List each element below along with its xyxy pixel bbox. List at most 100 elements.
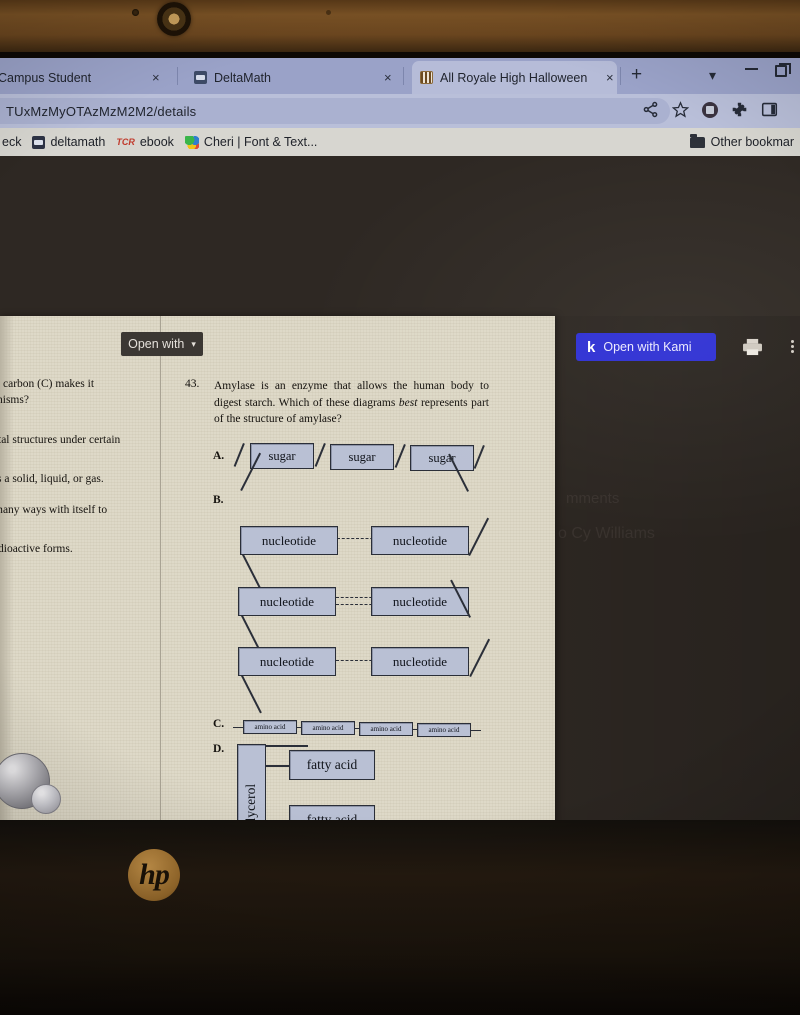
side-panel-icon[interactable] [761, 101, 778, 118]
bookmark-star-icon[interactable] [672, 101, 689, 118]
laptop-bottom-bezel [0, 820, 800, 1015]
tab-close-icon[interactable]: × [384, 70, 392, 85]
option-label-a: A. [213, 450, 225, 462]
left-fragment: dioactive forms. [0, 543, 73, 555]
printer-icon[interactable] [742, 338, 763, 356]
open-with-kami-button[interactable]: k Open with Kami [576, 333, 716, 361]
connector-line [314, 443, 326, 467]
tab-close-icon[interactable]: × [152, 70, 160, 85]
diagram-box-amino-acid: amino acid [243, 720, 297, 734]
deltamath-icon [194, 71, 207, 84]
option-label-c: C. [213, 718, 225, 730]
option-label-b: B. [213, 494, 224, 506]
browser-tab-deltamath[interactable]: DeltaMath × [186, 61, 396, 94]
question-number: 43. [185, 378, 200, 390]
bookmark-label: eck [2, 135, 22, 149]
deltamath-icon [32, 135, 46, 149]
share-icon[interactable] [642, 101, 659, 118]
tab-separator [620, 67, 621, 85]
bookmark-eck[interactable]: eck [2, 135, 21, 149]
bookmark-label: ebook [139, 135, 174, 149]
viewer-right-shade [555, 316, 800, 820]
laptop-screen: Campus Student × DeltaMath × All Royale … [0, 58, 800, 820]
diagram-box-nucleotide: nucleotide [238, 587, 336, 616]
connector-line [266, 745, 308, 747]
microphone-hole [132, 9, 139, 16]
cheri-icon [184, 135, 199, 149]
diagram-box-amino-acid: amino acid [301, 721, 355, 735]
roblox-icon [420, 71, 433, 84]
diagram-box-amino-acid: amino acid [417, 723, 471, 737]
sensor-dot [326, 10, 331, 15]
pdf-page: carbon (C) makes it nisms? tal structure… [0, 316, 555, 820]
helix-line [241, 675, 262, 714]
address-bar[interactable]: TUxMzMyOTAzMzM2M2/details [0, 98, 670, 124]
omnibox-action-icons [642, 101, 778, 118]
omnibox-row: TUxMzMyOTAzMzM2M2/details [0, 94, 800, 128]
extensions-puzzle-icon[interactable] [731, 101, 748, 118]
folder-icon [689, 133, 705, 148]
bookmarks-bar: eck deltamath TCR ebook Cheri | Font & T… [0, 128, 800, 156]
tab-close-icon[interactable]: × [606, 70, 614, 85]
bookmark-deltamath[interactable]: deltamath [32, 135, 105, 149]
kami-logo-icon: k [587, 338, 596, 356]
tab-title: All Royale High Halloween Hal [440, 70, 590, 85]
connector-line [473, 445, 485, 469]
drive-pdf-viewer: mments o Cy Williams carbon (C) makes it… [0, 156, 800, 820]
other-bookmarks-label: Other bookmar [710, 135, 794, 149]
diagram-box-nucleotide: nucleotide [371, 587, 469, 616]
tab-separator [177, 67, 178, 85]
diagram-box-glycerol: glycerol [237, 744, 266, 820]
other-bookmarks-button[interactable]: Other bookmar [689, 133, 794, 149]
diagram-box-nucleotide: nucleotide [371, 647, 469, 676]
connector-line [394, 444, 406, 468]
diagram-box-amino-acid: amino acid [359, 722, 413, 736]
connector-line [233, 727, 243, 729]
kami-button-label: Open with Kami [603, 340, 692, 354]
tab-separator [403, 67, 404, 85]
bookmark-cheri[interactable]: Cheri | Font & Text... [184, 135, 318, 149]
connector-line [266, 765, 290, 767]
diagram-box-fatty-acid: fatty acid [289, 805, 375, 820]
browser-tab-royale-high[interactable]: All Royale High Halloween Hal × [412, 61, 617, 94]
left-fragment: nisms? [0, 394, 29, 406]
option-label-d: D. [213, 743, 225, 755]
question-text: Amylase is an enzyme that allows the hum… [214, 380, 489, 425]
atom-sphere-small [31, 784, 61, 814]
left-fragment: carbon (C) makes it [3, 378, 95, 390]
chevron-down-icon[interactable]: ▾ [709, 67, 716, 84]
helix-line [468, 517, 490, 556]
open-with-label: Open with [128, 337, 185, 351]
diagram-box-sugar: sugar [410, 445, 474, 471]
column-divider [160, 316, 161, 820]
browser-tab-campus-student[interactable]: Campus Student × [0, 61, 170, 94]
kebab-menu-icon[interactable] [791, 338, 795, 355]
left-fragment: many ways with itself to [0, 504, 108, 516]
profile-avatar-icon[interactable] [702, 101, 718, 118]
webcam [157, 2, 191, 36]
minimize-icon[interactable] [745, 68, 758, 70]
url-text: TUxMzMyOTAzMzM2M2/details [6, 103, 197, 119]
connector-line [471, 730, 481, 732]
chevron-down-icon: ▾ [191, 338, 196, 349]
connector-line [233, 443, 245, 467]
helix-line [469, 638, 491, 677]
browser-tab-strip: Campus Student × DeltaMath × All Royale … [0, 58, 800, 94]
diagram-box-nucleotide: nucleotide [371, 526, 469, 555]
photo-of-laptop: Campus Student × DeltaMath × All Royale … [0, 0, 800, 1015]
bookmark-label: Cheri | Font & Text... [203, 135, 318, 149]
new-tab-button[interactable]: + [631, 65, 642, 84]
laptop-top-bezel [0, 0, 800, 58]
bookmark-label: deltamath [50, 135, 106, 149]
diagram-box-nucleotide: nucleotide [240, 526, 338, 555]
left-fragment: s a solid, liquid, or gas. [0, 473, 104, 485]
diagram-box-fatty-acid: fatty acid [289, 750, 375, 780]
bookmark-ebook[interactable]: TCR ebook [116, 135, 174, 149]
pdf-left-column: carbon (C) makes it nisms? tal structure… [0, 316, 160, 820]
tab-title: Campus Student [0, 70, 92, 85]
open-with-button[interactable]: Open with ▾ [121, 332, 203, 356]
restore-window-icon[interactable] [775, 63, 791, 77]
left-fragment: tal structures under certain [0, 434, 121, 446]
diagram-box-sugar: sugar [330, 444, 394, 470]
tab-title: DeltaMath [214, 70, 271, 85]
